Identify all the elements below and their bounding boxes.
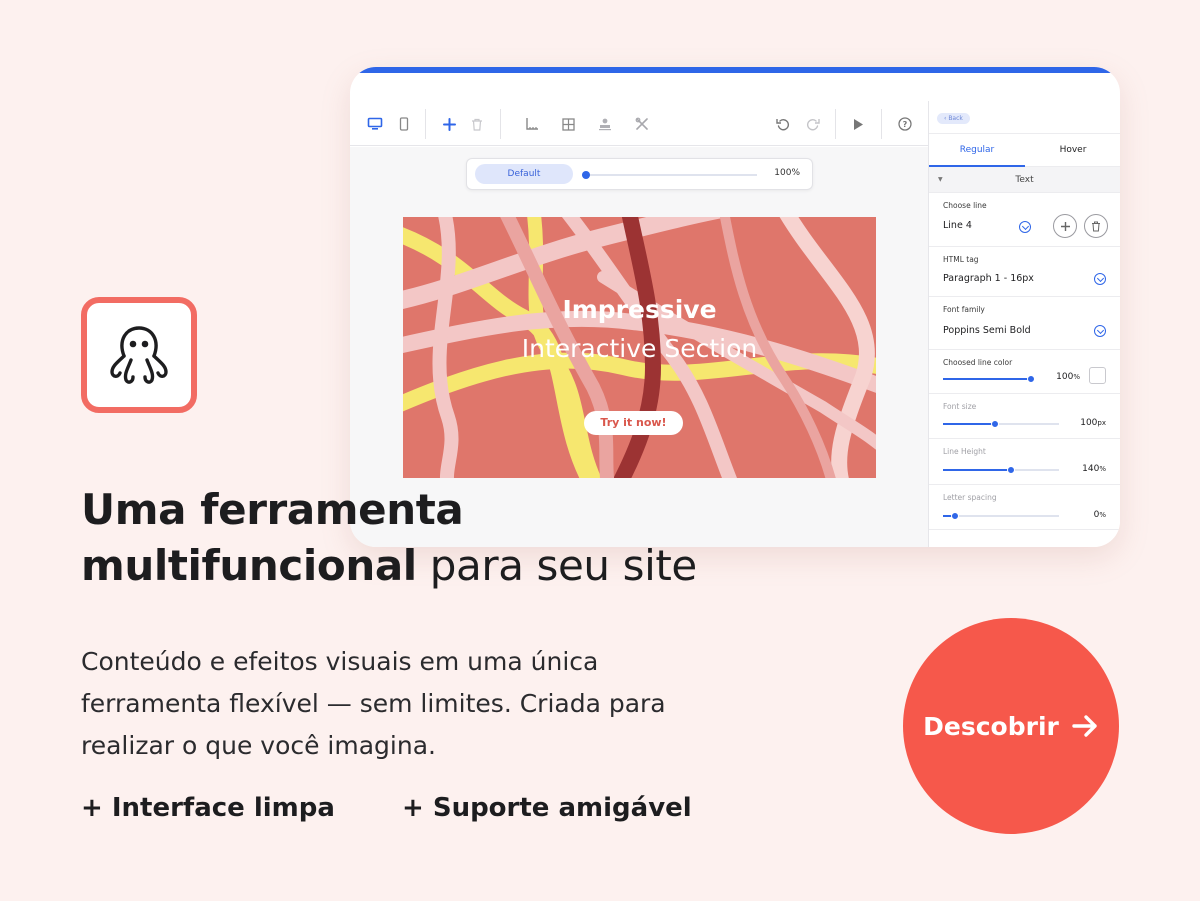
letter-spacing-label: Letter spacing [943, 493, 997, 502]
trash-icon[interactable] [467, 114, 487, 134]
help-icon[interactable]: ? [895, 114, 915, 134]
section-title: Text [1015, 175, 1034, 185]
hero-title: Impressive [562, 295, 717, 324]
headline-bold-word: multifuncional [81, 541, 417, 590]
properties-panel: ‹ Back Regular Hover ▼ Text Choose line … [928, 101, 1120, 547]
undo-icon[interactable] [773, 114, 793, 134]
redo-icon[interactable] [803, 114, 823, 134]
desktop-icon[interactable] [365, 114, 385, 134]
mobile-icon[interactable] [394, 114, 414, 134]
headline-line-1: Uma ferramenta [81, 485, 464, 534]
line-color-row: Choosed line color 100% [929, 350, 1120, 394]
letter-spacing-row: Letter spacing 0% [929, 485, 1120, 530]
app-logo [81, 297, 197, 413]
back-label: Back [948, 115, 963, 122]
grid-icon[interactable] [558, 114, 578, 134]
tab-hover[interactable]: Hover [1025, 134, 1120, 167]
font-size-slider-fill [943, 423, 996, 425]
line-color-label: Choosed line color [943, 358, 1013, 367]
description: Conteúdo e efeitos visuais em uma única … [81, 641, 791, 767]
tab-regular[interactable]: Regular [929, 134, 1025, 167]
letter-spacing-slider-track[interactable] [943, 515, 1059, 517]
chevron-down-icon[interactable] [1019, 221, 1031, 233]
state-tabs: Regular Hover [929, 133, 1120, 167]
html-tag-value[interactable]: Paragraph 1 - 16px [943, 273, 1034, 284]
headline-regular: para seu site [429, 541, 698, 590]
font-size-label: Font size [943, 402, 977, 411]
hero-preview[interactable]: Impressive Interactive Section Try it no… [403, 217, 876, 478]
choose-line-label: Choose line [943, 201, 987, 210]
zoom-value: 100% [774, 168, 800, 178]
font-family-row: Font family Poppins Semi Bold [929, 297, 1120, 350]
line-color-swatch[interactable] [1089, 367, 1106, 384]
letter-spacing-value: 0% [1093, 510, 1106, 520]
section-text-header[interactable]: ▼ Text [929, 167, 1120, 193]
tools-icon[interactable] [632, 114, 652, 134]
delete-line-button[interactable] [1084, 214, 1108, 238]
font-family-value[interactable]: Poppins Semi Bold [943, 325, 1031, 336]
svg-text:?: ? [903, 120, 908, 129]
line-height-value: 140% [1082, 464, 1106, 474]
feature-clean-interface: + Interface limpa [81, 793, 335, 823]
line-color-slider-knob[interactable] [1027, 375, 1035, 383]
editor-toolbar: ? [350, 101, 928, 146]
line-height-slider-fill [943, 469, 1012, 471]
zoom-slider-knob[interactable] [581, 171, 590, 179]
hero-subtitle: Interactive Section [521, 334, 758, 363]
description-line-3: realizar o que você imagina. [81, 731, 436, 760]
state-selector[interactable]: Default [475, 164, 573, 184]
feature-friendly-support: + Suporte amigável [402, 793, 692, 823]
description-line-1: Conteúdo e efeitos visuais em uma única [81, 647, 599, 676]
zoom-slider-track[interactable] [582, 174, 757, 176]
toolbar-divider [500, 109, 501, 139]
headline: Uma ferramenta multifuncional para seu s… [81, 482, 841, 594]
font-size-row: Font size 100px [929, 394, 1120, 439]
try-it-now-button[interactable]: Try it now! [584, 411, 683, 435]
line-height-slider-knob[interactable] [1007, 466, 1016, 474]
font-size-value: 100px [1080, 418, 1106, 428]
line-height-label: Line Height [943, 447, 986, 456]
back-button[interactable]: ‹ Back [937, 113, 970, 124]
html-tag-row: HTML tag Paragraph 1 - 16px [929, 247, 1120, 297]
editor-window: ? Default 100% Impressive Interactive Se… [350, 67, 1120, 547]
line-height-row: Line Height 140% [929, 439, 1120, 485]
chevron-down-icon[interactable] [1094, 273, 1106, 285]
stamp-icon[interactable] [595, 114, 615, 134]
font-family-label: Font family [943, 305, 985, 314]
arrow-right-icon [1072, 715, 1097, 737]
add-icon[interactable] [439, 114, 459, 134]
chevron-down-icon[interactable] [1094, 325, 1106, 337]
plus-icon [1060, 221, 1070, 231]
discover-label: Descobrir [923, 711, 1059, 741]
font-size-slider-knob[interactable] [991, 420, 1000, 428]
trash-icon [1092, 221, 1100, 231]
choose-line-row: Choose line Line 4 [929, 193, 1120, 247]
line-color-value: 100% [1056, 372, 1080, 382]
letter-spacing-slider-knob[interactable] [950, 512, 959, 520]
octopus-icon [110, 326, 168, 384]
ruler-icon[interactable] [522, 114, 542, 134]
state-zoom-bar: Default 100% [466, 158, 813, 190]
caret-down-icon: ▼ [938, 176, 943, 183]
add-line-button[interactable] [1053, 214, 1077, 238]
choose-line-value[interactable]: Line 4 [943, 220, 972, 231]
editor-top-accent [350, 67, 1120, 73]
toolbar-divider [881, 109, 882, 139]
line-color-slider-fill [943, 378, 1031, 380]
play-icon[interactable] [848, 114, 868, 134]
toolbar-divider [425, 109, 426, 139]
description-line-2: ferramenta flexível — sem limites. Criad… [81, 689, 666, 718]
discover-button[interactable]: Descobrir [903, 618, 1119, 834]
toolbar-divider [835, 109, 836, 139]
html-tag-label: HTML tag [943, 255, 979, 264]
